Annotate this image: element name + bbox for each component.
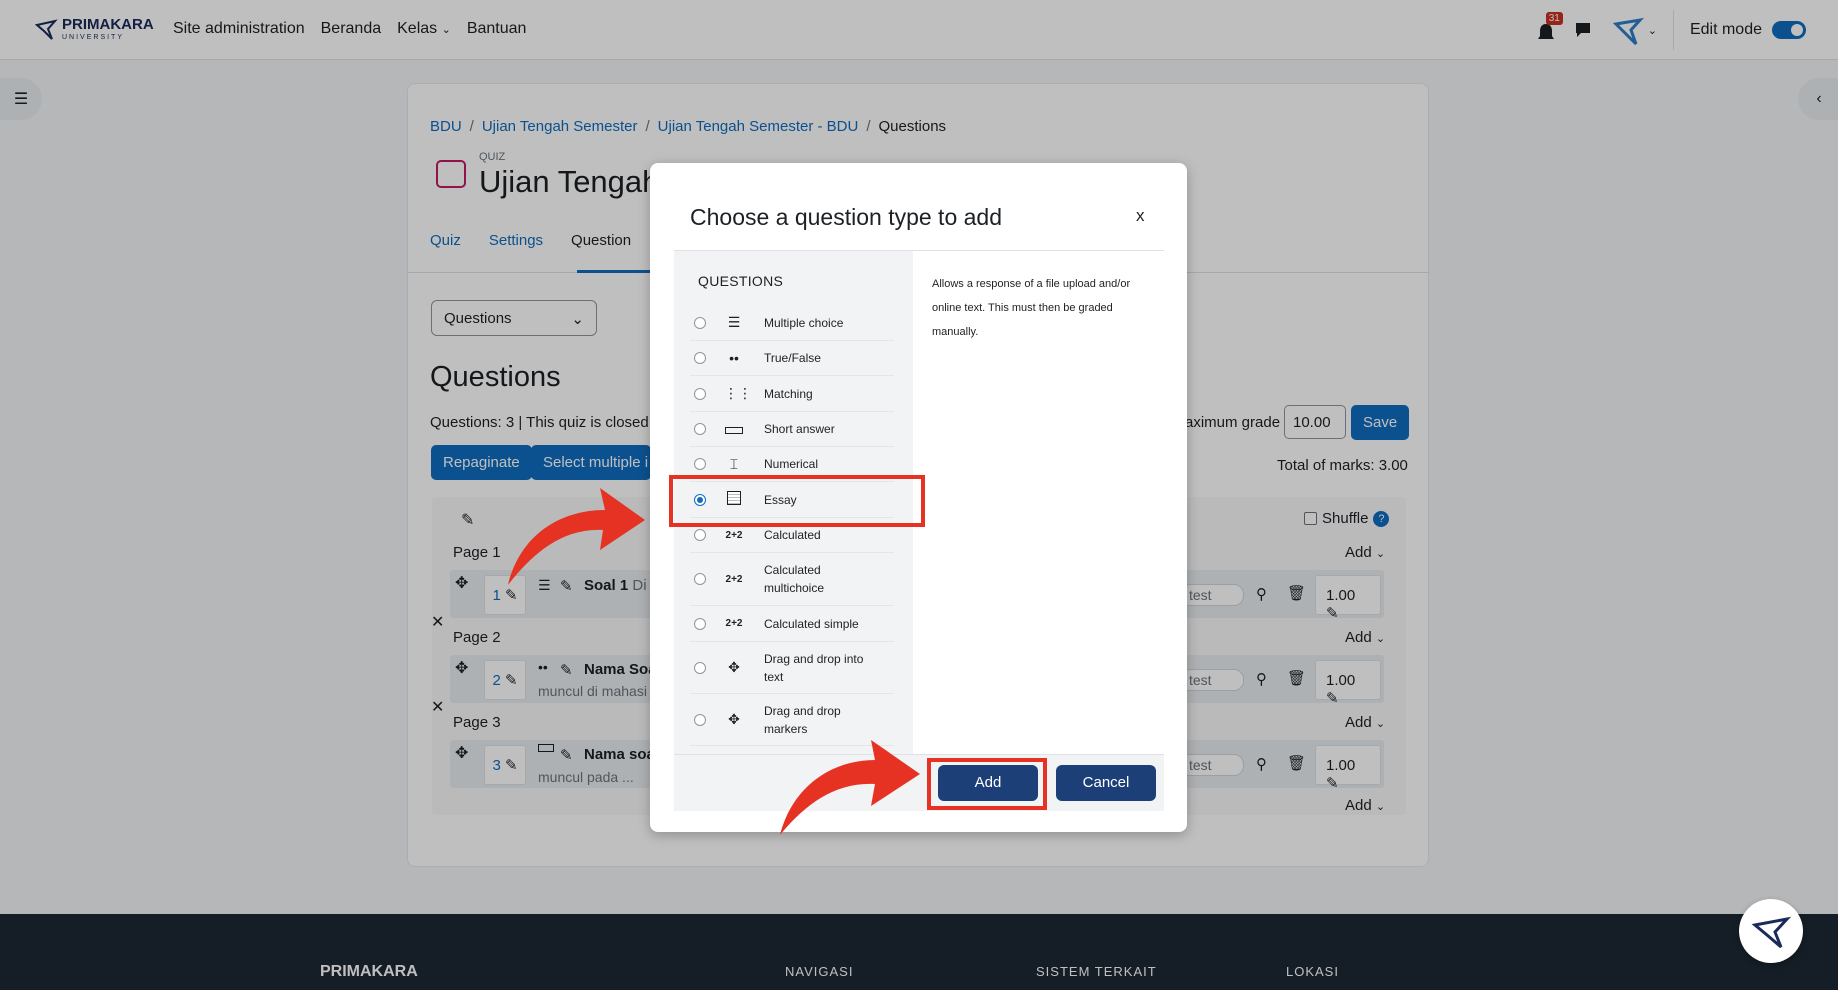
option-short-answer[interactable]: Short answer bbox=[690, 412, 894, 447]
option-calculated-multichoice[interactable]: 2+2 Calculated multichoice bbox=[690, 553, 894, 606]
calculated-multichoice-icon: 2+2 bbox=[725, 573, 743, 585]
annotation-arrow-icon bbox=[780, 740, 920, 835]
essay-highlight-box bbox=[669, 475, 925, 527]
option-label: Calculated simple bbox=[764, 616, 859, 631]
question-type-description: Allows a response of a file upload and/o… bbox=[932, 278, 1131, 338]
add-highlight-box bbox=[927, 758, 1047, 810]
numerical-icon: ⌶ bbox=[729, 455, 739, 472]
radio-drag-drop-text[interactable] bbox=[694, 661, 706, 674]
calculated-simple-icon: 2+2 bbox=[725, 618, 743, 629]
drag-drop-text-icon: ✥ bbox=[728, 659, 740, 675]
option-multiple-choice[interactable]: ☰ Multiple choice bbox=[690, 305, 894, 341]
radio-numerical[interactable] bbox=[694, 458, 706, 470]
option-label: Calculated multichoice bbox=[764, 563, 825, 595]
option-label: Multiple choice bbox=[764, 315, 844, 330]
radio-multiple-choice[interactable] bbox=[694, 316, 706, 329]
option-drag-drop-markers[interactable]: ✥ Drag and drop markers bbox=[690, 694, 894, 746]
primakara-logo-icon bbox=[1751, 916, 1792, 949]
list-icon: ☰ bbox=[727, 314, 741, 330]
option-label: Numerical bbox=[764, 457, 819, 471]
calculated-icon: 2+2 bbox=[725, 529, 743, 541]
option-label: Drag and drop markers bbox=[764, 703, 841, 736]
question-type-heading: QUESTIONS bbox=[698, 273, 784, 289]
option-label: Short answer bbox=[764, 422, 835, 436]
matching-icon: ⋮⋮ bbox=[724, 385, 752, 401]
radio-drag-drop-markers[interactable] bbox=[694, 713, 706, 726]
chat-assistant-button[interactable] bbox=[1739, 899, 1803, 963]
dots-icon: •• bbox=[729, 350, 739, 366]
option-label: Calculated bbox=[764, 528, 821, 542]
radio-matching[interactable] bbox=[694, 387, 706, 400]
modal-close-button[interactable]: x bbox=[1136, 206, 1145, 226]
radio-short-answer[interactable] bbox=[694, 423, 706, 435]
option-calculated-simple[interactable]: 2+2 Calculated simple bbox=[690, 606, 894, 642]
annotation-arrow-icon bbox=[508, 488, 645, 585]
option-drag-drop-text[interactable]: ✥ Drag and drop into text bbox=[690, 642, 894, 694]
option-matching[interactable]: ⋮⋮ Matching bbox=[690, 376, 894, 412]
radio-calculated-simple[interactable] bbox=[694, 617, 706, 630]
option-true-false[interactable]: •• True/False bbox=[690, 341, 894, 376]
option-label: Matching bbox=[764, 386, 813, 401]
radio-calculated[interactable] bbox=[694, 529, 706, 541]
drag-drop-markers-icon: ✥ bbox=[728, 711, 740, 727]
short-answer-icon bbox=[724, 421, 744, 437]
radio-calculated-multichoice[interactable] bbox=[694, 573, 706, 585]
modal-title: Choose a question type to add bbox=[690, 204, 1003, 230]
cancel-button[interactable]: Cancel bbox=[1056, 765, 1156, 801]
radio-true-false[interactable] bbox=[694, 352, 706, 364]
option-label: Drag and drop into text bbox=[764, 651, 864, 684]
option-label: True/False bbox=[764, 351, 821, 365]
